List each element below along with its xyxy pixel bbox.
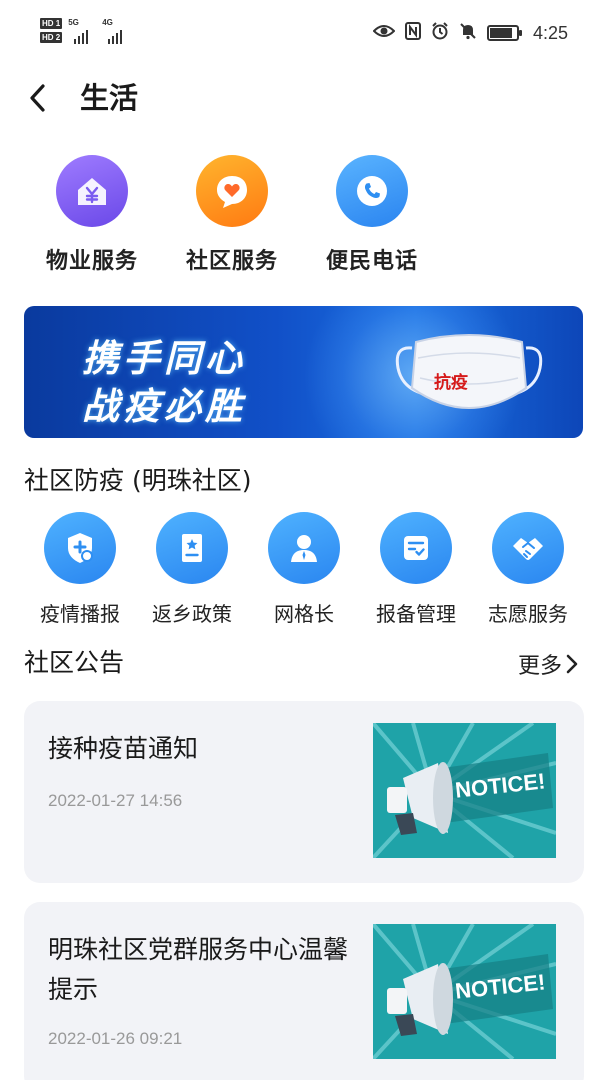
- notices-section-title: 社区公告: [24, 648, 125, 677]
- alarm-icon: [431, 22, 449, 44]
- notice-title: 明珠社区党群服务中心温馨提示: [48, 935, 349, 1004]
- battery-icon: [486, 25, 522, 41]
- notice-date: 2022-01-26 09:21: [48, 1029, 183, 1048]
- notice-card[interactable]: 接种疫苗通知 2022-01-27 14:56 NOTICE!: [24, 701, 584, 883]
- report-management-button[interactable]: 报备管理: [360, 512, 472, 627]
- grid-leader-label: 网格长: [274, 602, 334, 626]
- property-service-label: 物业服务: [45, 249, 138, 274]
- notice-date: 2022-01-27 14:56: [48, 791, 183, 810]
- banner-mask-text: 抗疫: [434, 373, 468, 393]
- grid-leader-button[interactable]: 网格长: [248, 512, 360, 627]
- phone-icon: [336, 155, 408, 227]
- face-mask-icon: [395, 334, 543, 409]
- community-service-label: 社区服务: [185, 249, 278, 274]
- more-label: 更多: [517, 654, 562, 679]
- notice-thumbnail: NOTICE!: [373, 723, 556, 858]
- megaphone-icon: NOTICE!: [373, 723, 556, 858]
- more-link[interactable]: 更多: [518, 648, 578, 680]
- status-bar: HD 1 HD 2 5G 4G 4:25: [0, 0, 608, 70]
- notice-card[interactable]: 明珠社区党群服务中心温馨提示 2022-01-26 09:21 NOTICE!: [24, 902, 584, 1080]
- back-button[interactable]: [22, 78, 52, 118]
- eye-icon: [372, 23, 396, 43]
- banner-line1: 携手同心: [82, 337, 246, 380]
- chevron-right-icon: [566, 654, 578, 674]
- property-icon: [56, 155, 128, 227]
- sim1-badge: HD 1: [40, 18, 63, 29]
- heart-chat-icon: [196, 155, 268, 227]
- nfc-icon: [404, 22, 421, 44]
- report-management-label: 报备管理: [376, 602, 456, 626]
- person-icon: [268, 512, 340, 584]
- checklist-icon: [380, 512, 452, 584]
- signal-group: HD 1 HD 2 5G 4G: [40, 18, 130, 44]
- convenience-phone-label: 便民电话: [325, 249, 418, 274]
- epidemic-section-title: 社区防疫 (明珠社区): [24, 466, 252, 495]
- notice-title: 接种疫苗通知: [48, 734, 199, 763]
- anti-epidemic-banner[interactable]: 携手同心 战疫必胜 抗疫: [24, 306, 583, 438]
- return-policy-label: 返乡政策: [152, 602, 232, 626]
- banner-line2: 战疫必胜: [82, 385, 246, 428]
- community-service-button[interactable]: 社区服务: [162, 155, 302, 275]
- clock: 4:25: [532, 22, 568, 43]
- signal-5g-icon: 5G: [68, 18, 96, 44]
- system-icons: 4:25: [372, 22, 568, 44]
- chevron-left-icon: [30, 84, 45, 112]
- return-policy-button[interactable]: 返乡政策: [136, 512, 248, 627]
- property-service-button[interactable]: 物业服务: [22, 155, 162, 275]
- top-services: 物业服务 社区服务 便民电话: [22, 155, 442, 275]
- convenience-phone-button[interactable]: 便民电话: [302, 155, 442, 275]
- epidemic-report-button[interactable]: 疫情播报: [24, 512, 136, 627]
- mute-icon: [459, 22, 477, 44]
- handshake-icon: [492, 512, 564, 584]
- page-title: 生活: [80, 81, 139, 115]
- epidemic-grid: 疫情播报 返乡政策 网格长 报备管理 志愿服务: [24, 512, 584, 627]
- sim2-badge: HD 2: [40, 32, 63, 43]
- volunteer-service-label: 志愿服务: [488, 602, 568, 626]
- policy-doc-icon: [156, 512, 228, 584]
- megaphone-icon: NOTICE!: [373, 924, 556, 1059]
- epidemic-report-label: 疫情播报: [40, 602, 120, 626]
- notice-thumbnail: NOTICE!: [373, 924, 556, 1059]
- signal-4g-icon: 4G: [102, 18, 130, 44]
- volunteer-service-button[interactable]: 志愿服务: [472, 512, 584, 627]
- shield-plus-icon: [44, 512, 116, 584]
